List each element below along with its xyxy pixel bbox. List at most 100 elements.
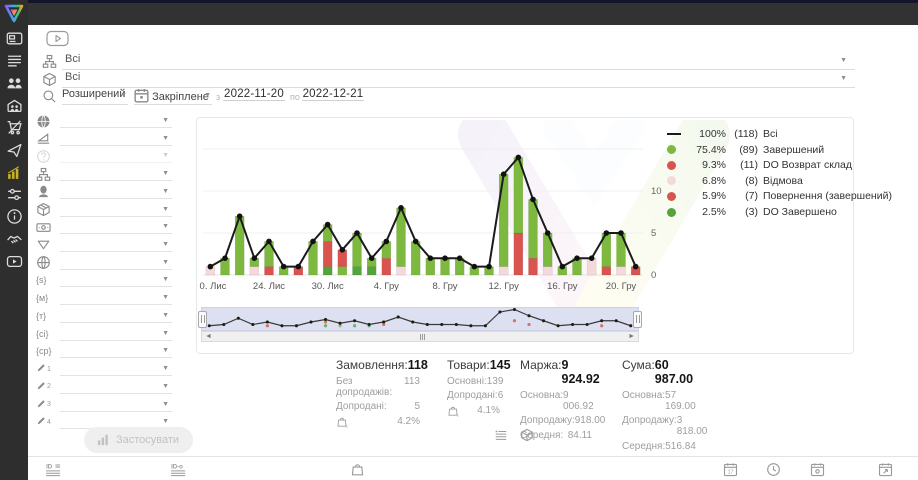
column-bag-icon[interactable] xyxy=(350,462,365,477)
send-icon xyxy=(6,146,23,163)
filter-row-icon: {т} xyxy=(36,308,54,324)
chart-card: 051020. Лис24. Лис30. Лис4. Гру8. Гру12.… xyxy=(196,117,854,354)
chevron-down-icon: ▼ xyxy=(162,347,169,354)
sidebar-item-users[interactable] xyxy=(6,75,23,92)
apply-button[interactable]: Застосувати xyxy=(84,427,193,453)
chevron-down-icon: ▼ xyxy=(162,294,169,301)
filter-dropdown[interactable]: ▼ xyxy=(60,201,172,217)
filter-dropdown[interactable]: ▼ xyxy=(60,271,172,287)
video-help-button[interactable] xyxy=(46,30,70,47)
stat-row-value: 57 169.00 xyxy=(665,390,696,412)
column-id-o-icon[interactable]: ID-o xyxy=(170,462,189,477)
brace-var-icon: {s} xyxy=(36,275,47,285)
stat-row-value: 3 818.00 xyxy=(677,415,708,437)
sidebar-item-handshake[interactable] xyxy=(6,231,23,248)
period-type-dropdown[interactable]: Закріплене ▼ xyxy=(134,88,212,105)
chart-navigator[interactable] xyxy=(201,307,639,331)
source-filter-dropdown[interactable]: Всі ▼ xyxy=(62,53,855,70)
org-tree-icon xyxy=(42,54,57,69)
info-icon xyxy=(6,212,23,229)
sidebar-item-info[interactable] xyxy=(6,208,23,225)
stat-row: Допродані:5 xyxy=(336,401,420,412)
svg-text:5: 5 xyxy=(651,228,656,239)
stat-row: Основна:9 006.92 xyxy=(520,390,592,412)
filter-row-icon xyxy=(36,131,54,147)
column-clock-icon[interactable] xyxy=(766,462,781,477)
filter-row-icon: {ср} xyxy=(36,343,54,359)
sidebar-item-cart-disabled[interactable] xyxy=(6,119,23,136)
filter-dropdown[interactable]: ▼ xyxy=(60,325,172,341)
legend-item[interactable]: 9.3%(11)DO Возврат склад xyxy=(667,159,852,171)
sidebar-item-building-users[interactable] xyxy=(6,97,23,114)
brace-var-icon: {т} xyxy=(36,311,46,321)
filter-dropdown[interactable]: ▼ xyxy=(60,307,172,323)
filter-dropdown[interactable]: ▼ xyxy=(60,183,172,199)
filter-row-icon: {s} xyxy=(36,272,54,288)
date-to-input[interactable]: 2022-12-21 xyxy=(302,88,364,101)
stat-value: 9 924.92 xyxy=(562,358,600,386)
navigator-right-handle[interactable] xyxy=(633,311,642,328)
chevron-down-icon: ▼ xyxy=(162,135,169,142)
legend-item[interactable]: 2.5%(3)DO Завершено xyxy=(667,206,837,218)
sidebar-item-media-card[interactable] xyxy=(6,30,23,47)
person-icon xyxy=(36,184,51,199)
source-filter-value: Всі xyxy=(62,53,80,65)
legend-label: Всі xyxy=(763,128,778,140)
orders-chart: 051020. Лис24. Лис30. Лис4. Гру8. Гру12.… xyxy=(199,122,669,298)
date-from-input[interactable]: 2022-11-20 xyxy=(223,88,285,101)
filter-dropdown[interactable]: ▼ xyxy=(60,289,172,305)
package-view-button[interactable] xyxy=(520,428,534,447)
column-calendar-export-icon[interactable] xyxy=(878,462,893,477)
filter-dropdown[interactable]: ▼ xyxy=(60,130,172,146)
sidebar-item-list-lines[interactable] xyxy=(6,52,23,69)
navigator-mini-chart xyxy=(202,308,638,330)
sidebar-item-chart-bars[interactable] xyxy=(6,164,23,181)
legend-swatch xyxy=(667,133,689,135)
sidebar-item-send[interactable] xyxy=(6,142,23,159)
search-mode-dropdown[interactable]: Розширений ▼ xyxy=(62,88,128,105)
legend-item[interactable]: 75.4%(89)Завершений xyxy=(667,144,824,156)
legend-percent: 5.9% xyxy=(689,190,726,202)
column-calendar-gear-icon[interactable] xyxy=(810,462,825,477)
column-id-equals-icon[interactable]: ID xyxy=(45,462,64,477)
stat-row: Основна:57 169.00 xyxy=(622,390,694,412)
sidebar-item-video-tutorials[interactable] xyxy=(6,253,23,270)
scrollbar-grip[interactable] xyxy=(420,334,429,340)
filter-dropdown[interactable]: ▼ xyxy=(60,396,172,412)
filter-dropdown[interactable]: ▼ xyxy=(60,236,172,252)
date-from-label: з xyxy=(216,92,220,102)
column-calendar-date-icon[interactable]: 17 xyxy=(723,462,738,477)
ramp-icon xyxy=(36,131,51,146)
svg-text:8. Гру: 8. Гру xyxy=(432,281,457,292)
stat-row-value: 5 xyxy=(414,401,420,412)
window-top-strip xyxy=(0,0,918,3)
filter-dropdown[interactable]: ▼ xyxy=(60,112,172,128)
chart-scrollbar[interactable]: ◄ ► xyxy=(201,331,639,342)
filter-dropdown[interactable]: ▼ xyxy=(60,378,172,394)
analytics-dashboard: Всі ▼ Всі ▼ Розширений ▼ Закріплене ▼ з … xyxy=(0,0,918,480)
product-filter-value: Всі xyxy=(62,71,80,83)
svg-text:4. Гру: 4. Гру xyxy=(374,281,399,292)
stat-title: Сума:60 987.00 xyxy=(622,358,694,386)
scroll-right-icon[interactable]: ► xyxy=(628,332,635,341)
filter-dropdown[interactable]: ▼ xyxy=(60,342,172,358)
filter-row-icon: 1 xyxy=(36,361,54,377)
legend-item[interactable]: 6.8%(8)Відмова xyxy=(667,175,803,187)
filter-row-icon: 3 xyxy=(36,397,54,413)
apply-button-wrap: Застосувати xyxy=(84,427,193,453)
list-view-button[interactable] xyxy=(494,428,508,447)
navigator-left-handle[interactable] xyxy=(198,311,207,328)
scroll-left-icon[interactable]: ◄ xyxy=(205,332,212,341)
stat-title: Замовлення:118 xyxy=(336,358,420,372)
legend-item[interactable]: 100%(118)Всі xyxy=(667,128,778,140)
filter-row-icon xyxy=(36,237,54,253)
filter-dropdown[interactable]: ▼ xyxy=(60,360,172,376)
legend-item[interactable]: 5.9%(7)Повернення (завершений) xyxy=(667,190,892,202)
filter-dropdown[interactable]: ▼ xyxy=(60,218,172,234)
filter-dropdown[interactable]: ▼ xyxy=(60,254,172,270)
filter-dropdown[interactable]: ▼ xyxy=(60,165,172,181)
svg-text:s: s xyxy=(346,424,348,428)
product-filter-dropdown[interactable]: Всі ▼ xyxy=(62,71,855,88)
sidebar-item-sliders[interactable] xyxy=(6,186,23,203)
stat-column: Товари:145Основні:139Допродані:6s4.1% xyxy=(447,358,500,420)
